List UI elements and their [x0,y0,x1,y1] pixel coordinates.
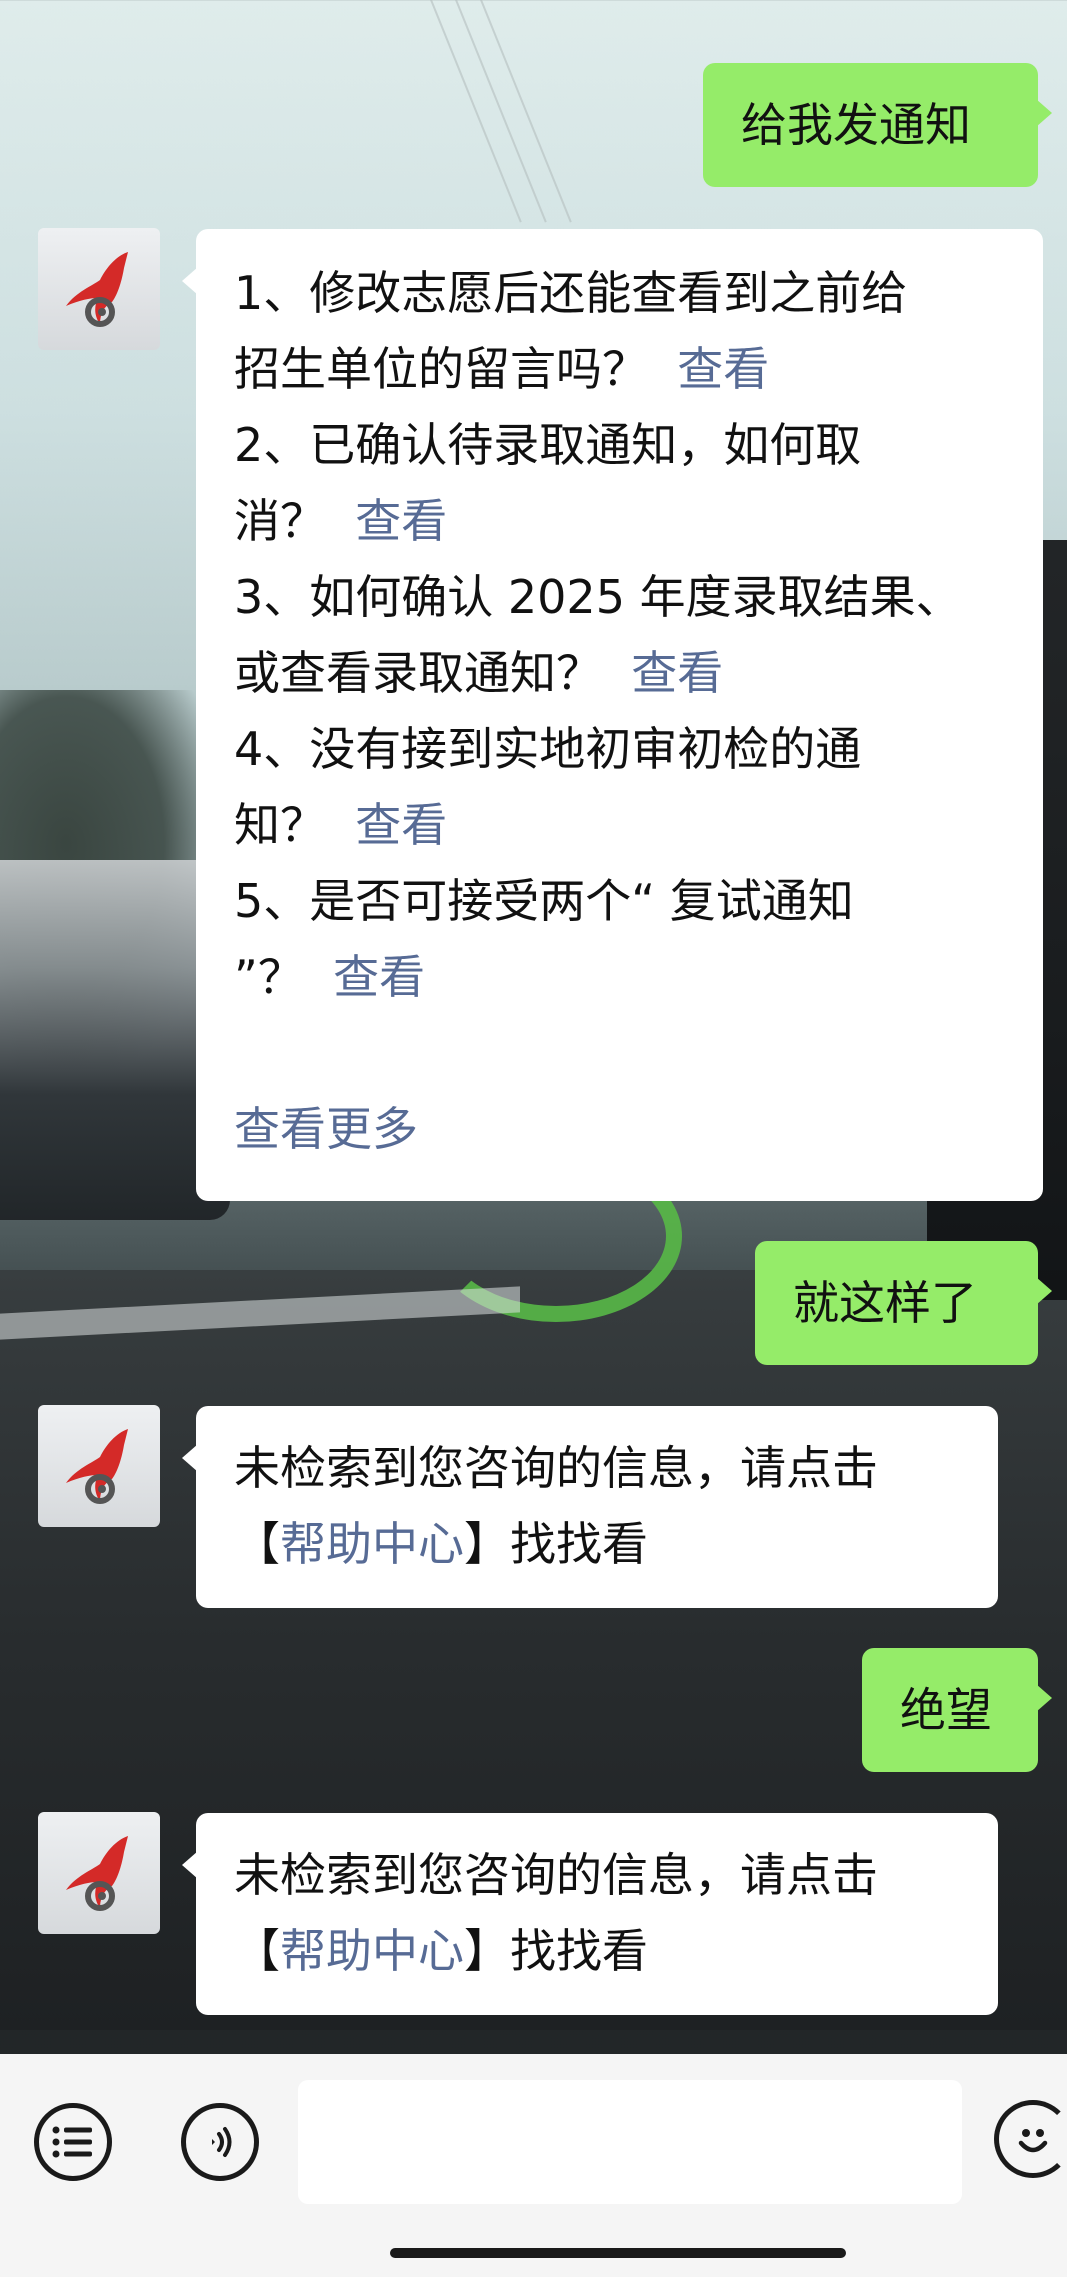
faq-view-link[interactable]: 查看 [355,494,447,548]
view-more-link[interactable]: 查看更多 [234,1102,418,1156]
message-bubble-bot: 未检索到您咨询的信息，请点击 【帮助中心】找找看 [182,1813,998,2015]
faq-view-link[interactable]: 查看 [333,950,425,1004]
list-menu-button[interactable] [34,2103,112,2181]
help-center-link[interactable]: 帮助中心 [280,1517,464,1571]
message-text: 未检索到您咨询的信息，请点击 [234,1441,878,1495]
faq-item: 2、已确认待录取通知，如何取 消？ 查看 [234,418,862,548]
voice-button[interactable] [181,2103,259,2181]
message-bubble-self[interactable]: 给我发通知 [703,63,1052,187]
message-input[interactable] [298,2080,962,2204]
list-menu-icon [52,2126,92,2158]
message-bubble-self[interactable]: 绝望 [862,1648,1052,1772]
bot-logo-icon [66,252,128,327]
message-bubble-self[interactable]: 就这样了 [755,1241,1052,1365]
faq-view-link[interactable]: 查看 [355,798,447,852]
emoji-icon [1018,2129,1048,2153]
bot-avatar[interactable] [38,228,160,350]
message-text: 给我发通知 [741,98,971,152]
voice-icon [212,2127,232,2157]
bot-logo-icon [66,1429,128,1504]
bot-avatar[interactable] [38,1812,160,1934]
message-text: 就这样了 [793,1276,977,1330]
bot-avatar[interactable] [38,1405,160,1527]
faq-item: 3、如何确认 2025 年度录取结果、 或查看录取通知？ 查看 [234,570,962,700]
bot-logo-icon [66,1836,128,1911]
faq-item: 5、是否可接受两个“ 复试通知 ”？ 查看 [234,874,854,1004]
faq-item: 4、没有接到实地初审初检的通 知？ 查看 [234,722,862,852]
message-bubble-bot-faq: 1、修改志愿后还能查看到之前给 招生单位的留言吗？ 查看 2、已确认待录取通知，… [182,229,1043,1201]
faq-view-link[interactable]: 查看 [677,342,769,396]
message-text: 绝望 [900,1683,992,1737]
help-center-link[interactable]: 帮助中心 [280,1924,464,1978]
faq-item: 1、修改志愿后还能查看到之前给 招生单位的留言吗？ 查看 [234,266,908,396]
message-text: 未检索到您咨询的信息，请点击 [234,1848,878,1902]
home-indicator[interactable] [390,2248,846,2258]
faq-view-link[interactable]: 查看 [631,646,723,700]
emoji-button[interactable] [994,2100,1067,2178]
message-bubble-bot: 未检索到您咨询的信息，请点击 【帮助中心】找找看 [182,1406,998,1608]
